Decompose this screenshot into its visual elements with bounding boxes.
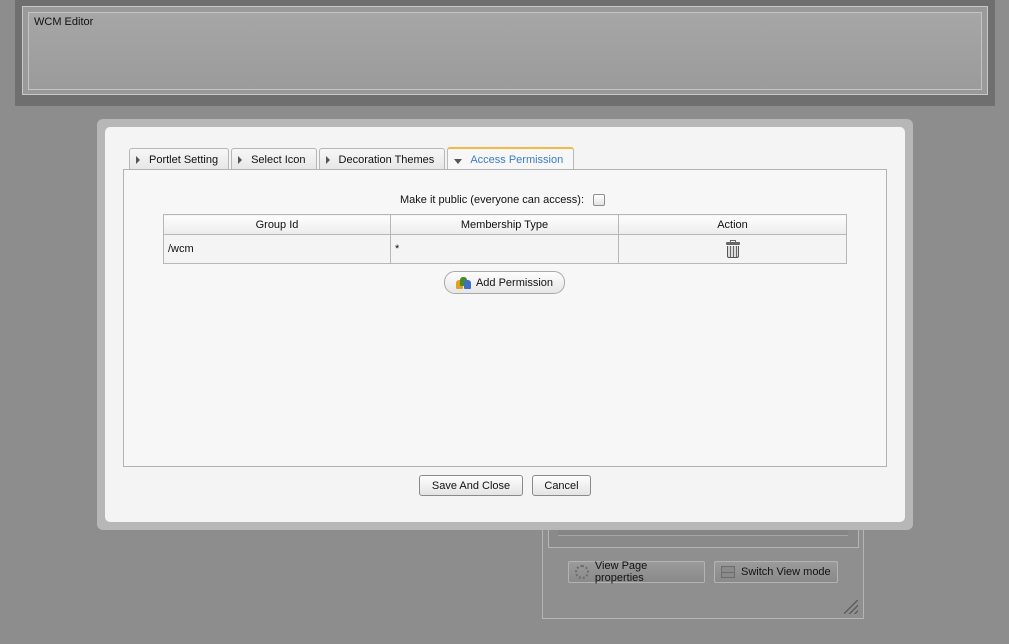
chevron-right-icon (238, 155, 243, 164)
action-cell (618, 234, 847, 264)
column-header-membership-type: Membership Type (390, 214, 619, 235)
column-header-action: Action (618, 214, 847, 235)
switch-mode-icon (721, 566, 735, 578)
background-portlet-content (28, 12, 982, 90)
permission-table: Group Id Membership Type Action /wcm * (163, 214, 847, 264)
membership-type-cell: * (390, 234, 619, 264)
table-header-row: Group Id Membership Type Action (163, 214, 847, 235)
make-public-label: Make it public (everyone can access): (400, 194, 585, 206)
make-public-row: Make it public (everyone can access): (400, 193, 606, 207)
tab-portlet-setting[interactable]: Portlet Setting (129, 148, 230, 170)
resize-handle[interactable] (844, 600, 858, 614)
chevron-right-icon (136, 155, 140, 164)
cancel-button[interactable]: Cancel (532, 475, 591, 496)
view-page-properties-button[interactable]: View Page properties (568, 560, 705, 584)
tab-label: Portlet Setting (149, 153, 219, 166)
add-permission-label: Add Permission (475, 276, 554, 289)
tab-label: Select Icon (251, 153, 306, 166)
tab-label: Decoration Themes (338, 153, 435, 166)
add-permission-button[interactable]: Add Permission (444, 271, 565, 294)
switch-view-mode-button[interactable]: Switch View mode (714, 561, 838, 583)
tab-access-permission[interactable]: Access Permission (447, 147, 575, 171)
column-header-group-id: Group Id (163, 214, 391, 235)
view-page-properties-label: View Page properties (594, 560, 648, 584)
tab-select-icon[interactable]: Select Icon (231, 148, 317, 170)
trash-icon[interactable] (725, 239, 740, 258)
table-row: /wcm * (163, 234, 847, 264)
tab-decoration-themes[interactable]: Decoration Themes (318, 148, 446, 170)
tab-label: Access Permission (470, 154, 564, 166)
chevron-down-icon (454, 159, 463, 164)
gear-icon (575, 565, 589, 579)
dialog-tabs: Portlet Setting Select Icon Decoration T… (129, 146, 575, 171)
make-public-checkbox[interactable] (593, 194, 606, 206)
people-icon (455, 276, 471, 290)
group-id-cell: /wcm (163, 234, 391, 264)
switch-view-mode-label: Switch View mode (741, 566, 831, 578)
portlet-title: WCM Editor (34, 16, 94, 28)
save-and-close-button[interactable]: Save And Close (419, 475, 523, 496)
chevron-right-icon (325, 155, 330, 164)
